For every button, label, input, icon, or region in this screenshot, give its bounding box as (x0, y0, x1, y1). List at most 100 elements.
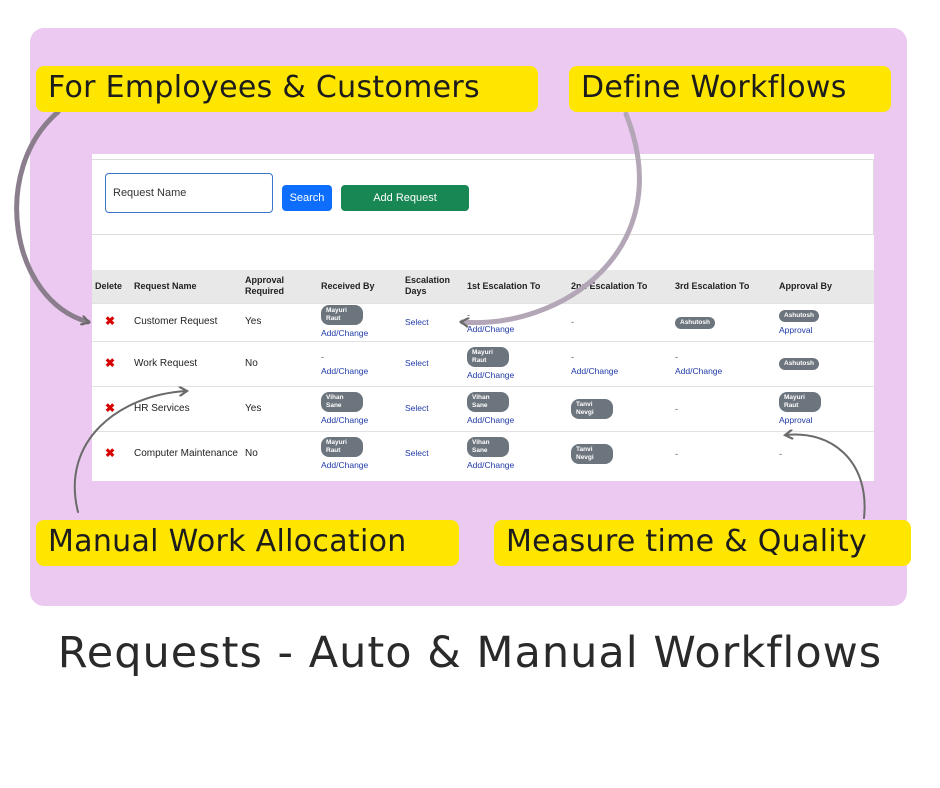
delete-cell: ✖ (92, 302, 131, 341)
escalation-days-cell: Select (402, 385, 464, 431)
table-row: ✖ Computer Maintenance No Mayuri Raut Ad… (92, 430, 874, 476)
add-change-link[interactable]: Add/Change (467, 323, 565, 335)
callout-employees-customers: For Employees & Customers (36, 66, 538, 112)
empty-value: - (779, 448, 782, 459)
delete-icon[interactable]: ✖ (95, 447, 115, 459)
header-request-name: Request Name (131, 270, 242, 303)
user-badge: Mayuri Raut (779, 391, 821, 412)
approval-link[interactable]: Approval (779, 324, 871, 336)
callout-manual-allocation: Manual Work Allocation (36, 520, 459, 566)
user-badge: Tanvi Nevgi (571, 398, 613, 419)
request-name-cell: Computer Maintenance (131, 430, 242, 476)
header-delete: Delete (92, 270, 131, 303)
approval-required-cell: Yes (242, 385, 318, 431)
user-badge: Mayuri Raut (321, 436, 363, 457)
add-change-link[interactable]: Add/Change (321, 327, 399, 339)
escalation-days-cell: Select (402, 302, 464, 341)
received-by-cell: Mayuri Raut Add/Change (318, 302, 402, 341)
header-3rd-escalation: 3rd Escalation To (672, 270, 776, 303)
empty-value: - (675, 448, 678, 459)
user-badge: Mayuri Raut (467, 346, 509, 367)
add-request-button[interactable]: Add Request (341, 185, 469, 211)
esc2-cell: - Add/Change (568, 340, 672, 386)
approval-by-cell: Mayuri Raut Approval (776, 385, 874, 431)
approval-required-cell: No (242, 340, 318, 386)
add-change-link[interactable]: Add/Change (675, 365, 773, 377)
approval-required-cell: Yes (242, 302, 318, 341)
esc3-cell: - (672, 385, 776, 431)
received-by-cell: - Add/Change (318, 340, 402, 386)
user-badge: Vihan Sane (321, 391, 363, 412)
header-2nd-escalation: 2nd Escalation To (568, 270, 672, 303)
escalation-days-select[interactable]: Select (405, 358, 429, 368)
approval-required-cell: No (242, 430, 318, 476)
esc1-cell: Mayuri Raut Add/Change (464, 340, 568, 386)
esc2-cell: - (568, 302, 672, 341)
requests-table: Delete Request Name Approval Required Re… (92, 270, 874, 476)
add-change-link[interactable]: Add/Change (467, 369, 565, 381)
add-change-link[interactable]: Add/Change (571, 365, 669, 377)
delete-icon[interactable]: ✖ (95, 357, 115, 369)
escalation-days-cell: Select (402, 340, 464, 386)
header-1st-escalation: 1st Escalation To (464, 270, 568, 303)
search-button[interactable]: Search (282, 185, 332, 211)
received-by-cell: Vihan Sane Add/Change (318, 385, 402, 431)
add-change-link[interactable]: Add/Change (321, 459, 399, 471)
empty-value: - (321, 351, 324, 362)
add-change-link[interactable]: Add/Change (321, 365, 399, 377)
escalation-days-select[interactable]: Select (405, 317, 429, 327)
header-received-by: Received By (318, 270, 402, 303)
callout-measure-time-quality: Measure time & Quality (494, 520, 911, 566)
esc2-cell: Tanvi Nevgi (568, 430, 672, 476)
table-row: ✖ HR Services Yes Vihan Sane Add/Change … (92, 385, 874, 431)
request-name-input[interactable] (105, 173, 273, 213)
esc1-cell: - Add/Change (464, 302, 568, 341)
delete-cell: ✖ (92, 430, 131, 476)
user-badge: Ashutosh (675, 316, 715, 329)
esc3-cell: - Add/Change (672, 340, 776, 386)
user-badge: Tanvi Nevgi (571, 443, 613, 464)
search-card: Search Add Request (92, 160, 874, 235)
request-name-cell: Work Request (131, 340, 242, 386)
esc3-cell: - (672, 430, 776, 476)
request-name-cell: HR Services (131, 385, 242, 431)
add-change-link[interactable]: Add/Change (321, 414, 399, 426)
request-name-cell: Customer Request (131, 302, 242, 341)
header-approval-by: Approval By (776, 270, 874, 303)
table-row: ✖ Customer Request Yes Mayuri Raut Add/C… (92, 302, 874, 341)
esc1-cell: Vihan Sane Add/Change (464, 430, 568, 476)
empty-value: - (571, 351, 574, 362)
esc2-cell: Tanvi Nevgi (568, 385, 672, 431)
delete-cell: ✖ (92, 385, 131, 431)
table-row: ✖ Work Request No - Add/Change Select Ma… (92, 340, 874, 386)
header-approval-required: Approval Required (242, 270, 318, 303)
delete-icon[interactable]: ✖ (95, 402, 115, 414)
user-badge: Ashutosh (779, 358, 819, 370)
escalation-days-select[interactable]: Select (405, 448, 429, 458)
received-by-cell: Mayuri Raut Add/Change (318, 430, 402, 476)
approval-by-cell: - (776, 430, 874, 476)
add-change-link[interactable]: Add/Change (467, 459, 565, 471)
delete-icon[interactable]: ✖ (95, 315, 115, 327)
approval-link[interactable]: Approval (779, 414, 871, 426)
esc1-cell: Vihan Sane Add/Change (464, 385, 568, 431)
approval-by-cell: Ashutosh Approval (776, 302, 874, 341)
user-badge: Vihan Sane (467, 391, 509, 412)
empty-value: - (571, 317, 574, 327)
user-badge: Vihan Sane (467, 436, 509, 457)
escalation-days-cell: Select (402, 430, 464, 476)
escalation-days-select[interactable]: Select (405, 403, 429, 413)
requests-app-window: Search Add Request Delete Request Name A… (92, 154, 874, 481)
empty-value: - (675, 403, 678, 414)
empty-value: - (675, 351, 678, 362)
empty-value: - (467, 310, 470, 320)
esc3-cell: Ashutosh (672, 302, 776, 341)
callout-define-workflows: Define Workflows (569, 66, 891, 112)
add-change-link[interactable]: Add/Change (467, 414, 565, 426)
delete-cell: ✖ (92, 340, 131, 386)
header-escalation-days: Escalation Days (402, 270, 464, 303)
approval-by-cell: Ashutosh (776, 340, 874, 386)
user-badge: Ashutosh (779, 309, 819, 322)
table-header-row: Delete Request Name Approval Required Re… (92, 270, 874, 303)
page-title: Requests - Auto & Manual Workflows (57, 628, 883, 678)
